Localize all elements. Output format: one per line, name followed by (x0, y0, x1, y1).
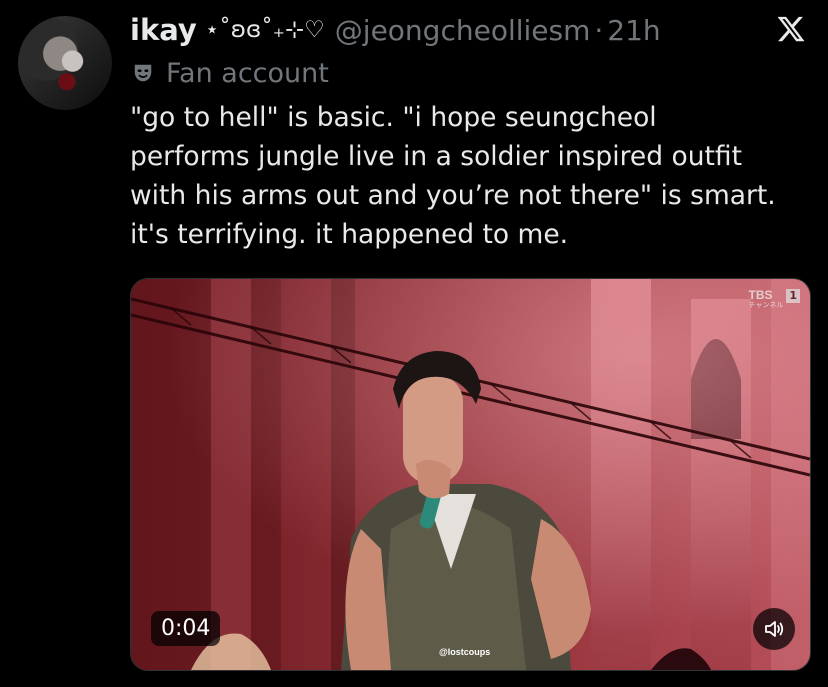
tweet-text: "go to hell" is basic. "i hope seungcheo… (130, 98, 820, 254)
video-frame (131, 279, 810, 670)
video-player[interactable]: TBS チャンネル 1 0:04 @lostcoups (130, 278, 811, 671)
author-avatar[interactable] (18, 16, 112, 110)
tweet-timestamp[interactable]: 21h (607, 14, 660, 47)
channel-number: 1 (786, 289, 800, 303)
mute-toggle-button[interactable] (753, 608, 795, 650)
video-watermark: @lostcoups (439, 647, 491, 657)
header-separator: · (594, 13, 604, 47)
tweet-text-line: with his arms out and you’re not there" … (130, 180, 776, 211)
tweet-text-line: it's terrifying. it happened to me. (130, 219, 569, 250)
channel-logo: TBS チャンネル 1 (749, 289, 800, 309)
x-logo-icon (777, 16, 805, 42)
author-name-decoration: ⋆˚ʚɞ˚₊⊹♡ (204, 17, 325, 43)
account-label-text: Fan account (166, 57, 329, 89)
speaker-icon (765, 621, 784, 637)
author-handle[interactable]: @jeongcheolliesm (335, 14, 591, 47)
author-name[interactable]: ikay (130, 13, 197, 47)
video-duration: 0:04 (151, 611, 221, 646)
channel-logo-subtext: チャンネル (748, 301, 784, 309)
channel-logo-text: TBS (748, 288, 773, 302)
tweet-header: ikay ⋆˚ʚɞ˚₊⊹♡ @jeongcheolliesm · 21h (130, 10, 661, 50)
tweet-text-line: "go to hell" is basic. "i hope seungcheo… (130, 102, 657, 133)
mask-icon (134, 64, 152, 82)
account-label[interactable]: Fan account (132, 56, 329, 90)
tweet-text-line: performs jungle live in a soldier inspir… (130, 141, 742, 172)
